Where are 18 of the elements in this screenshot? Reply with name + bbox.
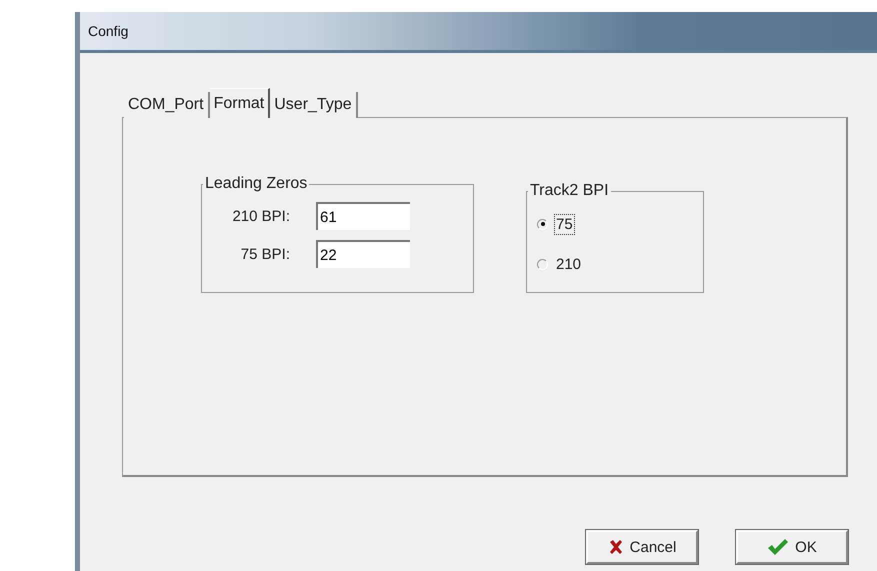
field-label: 75 BPI: [240,246,291,262]
checkmark-icon [767,538,790,556]
tab[interactable]: Format [210,88,270,118]
radio-label: 210 [555,254,582,274]
ok-button[interactable]: OK [736,530,848,564]
window-title: Config [80,12,877,50]
group-title: Track2 BPI [529,182,610,200]
input-field[interactable]: 61 [316,202,410,230]
cancel-button[interactable]: Cancel [586,530,698,564]
input-field[interactable]: 22 [316,240,410,268]
group-title: Leading Zeros [204,175,308,193]
tab[interactable]: User_Type [270,92,358,118]
radio-label: 75 [554,214,575,234]
radio-button[interactable] [537,258,548,270]
cross-icon [608,539,624,555]
field-label: 210 BPI: [231,208,291,224]
tab[interactable]: COM_Port [124,92,210,118]
radio-button[interactable] [537,218,548,230]
